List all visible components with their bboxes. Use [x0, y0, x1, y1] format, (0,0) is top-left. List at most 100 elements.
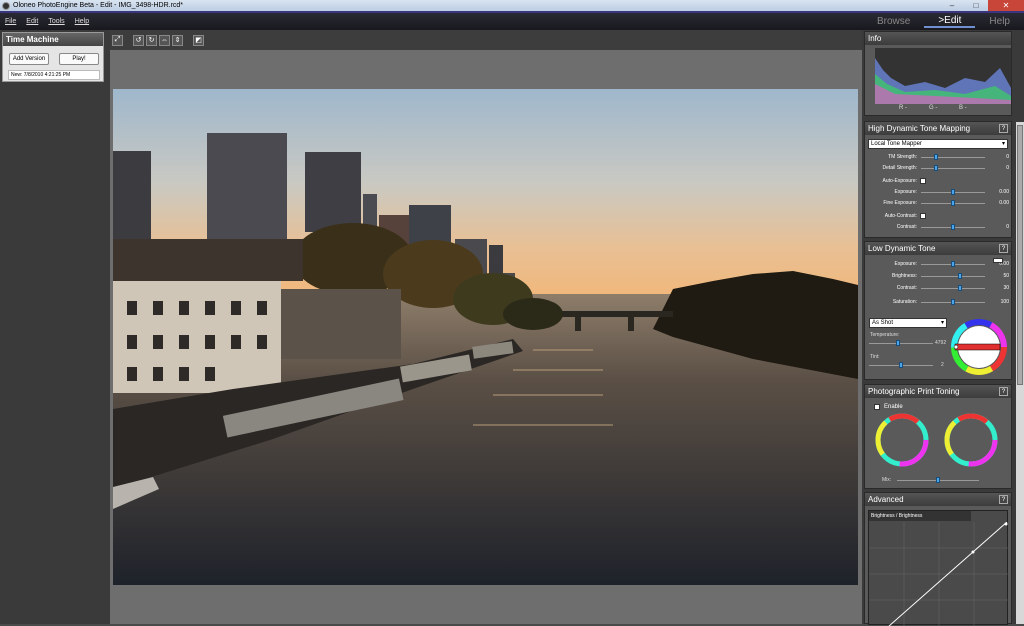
advanced-help-icon[interactable]: ? — [999, 495, 1008, 504]
curve-editor[interactable]: Brightness / Brightness — [868, 510, 1009, 626]
minimize-icon[interactable]: – — [940, 0, 964, 11]
app-icon — [2, 1, 10, 10]
white-balance-select[interactable]: As Shot ▾ — [869, 318, 947, 328]
hdr-exposure-row: Exposure: 0.00 — [894, 189, 1009, 195]
enable-toning-checkbox[interactable] — [874, 404, 880, 410]
brightness-slider[interactable] — [921, 276, 985, 277]
tint-value: 2 — [941, 362, 944, 368]
fine-exposure-row: Fine Exposure: 0.00 — [883, 200, 1009, 206]
tm-strength-row: TM Strength: 0 — [888, 154, 1009, 160]
temperature-slider[interactable] — [869, 343, 933, 344]
detail-strength-row: Detail Strength: 0 — [882, 165, 1009, 171]
ldr-exposure-row: Exposure: 0.00 — [894, 261, 1009, 267]
river-sunset-photo — [113, 89, 858, 585]
shadow-toning-wheel-icon[interactable] — [874, 412, 934, 472]
auto-exposure-checkbox[interactable] — [920, 178, 926, 184]
time-machine-panel: Time Machine Add Version Play! New: 7/8/… — [2, 32, 104, 82]
auto-contrast-checkbox[interactable] — [920, 213, 926, 219]
advanced-title: Advanced — [868, 495, 904, 504]
rotate-left-icon[interactable]: ↺ — [133, 34, 144, 46]
saturation-knob[interactable] — [951, 299, 955, 305]
advanced-panel: Advanced? Brightness / Brightness — [864, 492, 1012, 626]
tint-row — [813, 361, 961, 370]
compare-icon[interactable]: ◩ — [193, 34, 204, 46]
hdr-help-icon[interactable]: ? — [999, 124, 1008, 133]
scrollbar-thumb[interactable] — [1017, 125, 1023, 385]
white-swatch[interactable] — [993, 258, 1003, 263]
ldr-contrast-knob[interactable] — [958, 285, 963, 291]
title-bar: Oloneo PhotoEngine Beta - Edit - IMG_349… — [0, 0, 1024, 11]
image-toolbar: ⤢ ↺ ↻ ⇔ ⇕ ◩ — [110, 30, 862, 50]
hdr-tone-mapping-panel: High Dynamic Tone Mapping? Local Tone Ma… — [864, 121, 1012, 238]
print-toning-panel: Photographic Print Toning? Enable Mix: — [864, 384, 1012, 489]
fit-screen-icon[interactable]: ⤢ — [112, 34, 123, 46]
enable-label: Enable — [884, 404, 903, 410]
photo-preview[interactable] — [113, 89, 858, 585]
mix-label: Mix: — [882, 477, 892, 483]
curve-tab[interactable]: Brightness / Brightness — [869, 511, 971, 521]
left-panel: Time Machine Add Version Play! New: 7/8/… — [0, 30, 110, 624]
version-entry[interactable]: New: 7/8/2010 4:21:25 PM — [8, 70, 100, 80]
tab-help[interactable]: Help — [975, 16, 1024, 27]
tm-strength-knob[interactable] — [934, 154, 939, 160]
time-machine-title: Time Machine — [3, 33, 103, 46]
menu-bar: File Edit Tools Help Browse >Edit Help — [0, 11, 1024, 30]
chevron-down-icon: ▾ — [940, 320, 944, 326]
temperature-knob[interactable] — [896, 340, 900, 346]
play-button[interactable]: Play! — [59, 53, 99, 65]
ldr-exposure-knob[interactable] — [951, 261, 955, 267]
brightness-knob[interactable] — [958, 273, 963, 279]
info-panel: Info R - G - B - — [864, 31, 1012, 116]
menu-file[interactable]: File — [0, 18, 21, 25]
low-dynamic-tone-panel: Low Dynamic Tone? Exposure: 0.00 Brightne… — [864, 241, 1012, 380]
tm-strength-slider[interactable] — [921, 157, 985, 158]
tint-label: Tint: — [870, 354, 880, 360]
temperature-label: Temperature: — [870, 332, 900, 338]
chevron-down-icon: ▾ — [1001, 141, 1005, 147]
histogram-g-label: G - — [929, 105, 938, 111]
hdr-contrast-knob[interactable] — [951, 224, 955, 230]
menu-help[interactable]: Help — [70, 18, 94, 25]
add-version-button[interactable]: Add Version — [9, 53, 49, 65]
detail-strength-slider[interactable] — [921, 168, 985, 169]
maximize-icon[interactable]: □ — [964, 0, 988, 11]
brightness-row: Brightness: 50 — [891, 273, 1009, 279]
close-icon[interactable]: ✕ — [988, 0, 1024, 11]
menu-tools[interactable]: Tools — [43, 18, 69, 25]
hdr-contrast-row: Contrast: 0 — [896, 224, 1009, 230]
window-controls: – □ ✕ — [940, 0, 1024, 11]
toning-help-icon[interactable]: ? — [999, 387, 1008, 396]
auto-exposure-row: Auto-Exposure: — [865, 177, 1013, 186]
tab-edit[interactable]: >Edit — [924, 15, 976, 28]
mode-tabs: Browse >Edit Help — [863, 12, 1024, 31]
highlight-toning-wheel-icon[interactable] — [943, 412, 1003, 472]
tab-browse[interactable]: Browse — [863, 16, 924, 27]
ldr-contrast-slider[interactable] — [921, 288, 985, 289]
histogram-b-label: B - — [959, 105, 967, 111]
tone-mapper-select[interactable]: Local Tone Mapper ▾ — [868, 139, 1008, 149]
mix-knob[interactable] — [936, 477, 940, 483]
flip-vertical-icon[interactable]: ⇕ — [172, 34, 183, 46]
window-title: Oloneo PhotoEngine Beta - Edit - IMG_349… — [13, 2, 184, 9]
right-panel: Info R - G - B - High Dynamic Tone Mappi… — [862, 30, 1024, 626]
ldr-help-icon[interactable]: ? — [999, 244, 1008, 253]
temperature-value: 4792 — [935, 340, 947, 346]
tone-curve[interactable] — [869, 522, 1009, 626]
histogram — [875, 48, 1011, 104]
rotate-right-icon[interactable]: ↻ — [146, 34, 157, 46]
color-wheel-icon[interactable] — [949, 317, 1009, 377]
auto-contrast-row: Auto-Contrast: — [865, 212, 1013, 221]
flip-horizontal-icon[interactable]: ⇔ — [159, 34, 170, 46]
image-canvas[interactable] — [110, 50, 862, 624]
fine-exposure-knob[interactable] — [951, 200, 955, 206]
histogram-r-label: R - — [899, 105, 907, 111]
info-title: Info — [865, 32, 1011, 45]
hdr-exposure-knob[interactable] — [951, 189, 955, 195]
toning-title: Photographic Print Toning — [868, 387, 960, 396]
tint-knob[interactable] — [899, 362, 903, 368]
menu-edit[interactable]: Edit — [21, 18, 43, 25]
detail-strength-knob[interactable] — [934, 165, 939, 171]
ldr-title: Low Dynamic Tone — [868, 244, 936, 253]
right-panel-scrollbar[interactable] — [1016, 122, 1024, 624]
hdr-title: High Dynamic Tone Mapping — [868, 124, 971, 133]
